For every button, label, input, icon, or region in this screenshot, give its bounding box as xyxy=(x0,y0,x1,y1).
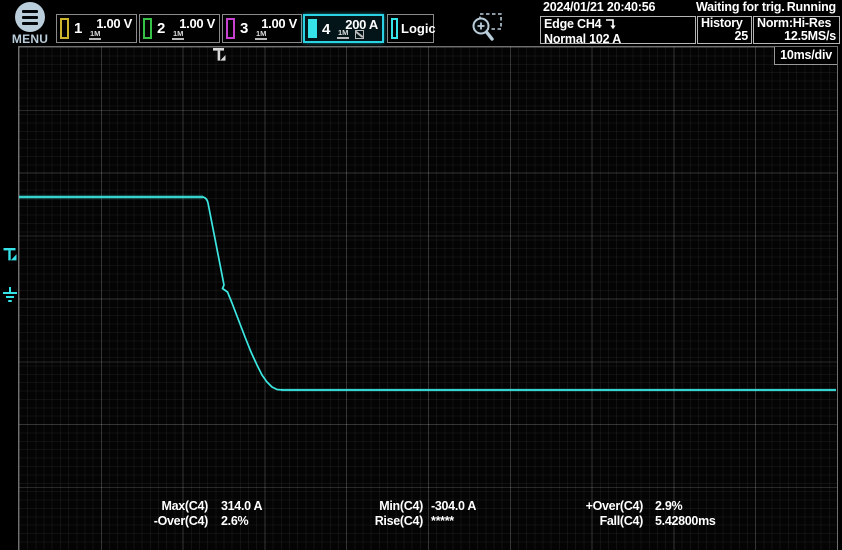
measure-value-posover: 2.9% xyxy=(655,499,682,513)
channel-3-scale: 1.00 V xyxy=(261,16,297,31)
measure-label-posover: +Over(C4) xyxy=(535,499,643,513)
measure-value-min: -304.0 A xyxy=(431,499,476,513)
datetime: 2024/01/21 20:40:56 xyxy=(543,0,655,14)
channel-4-number: 4 xyxy=(322,21,330,38)
channel-1-number: 1 xyxy=(74,20,82,37)
logic-color-bar xyxy=(391,18,398,39)
measure-label-min: Min(C4) xyxy=(320,499,423,513)
zoom-search-icon[interactable] xyxy=(466,11,506,45)
falling-edge-icon xyxy=(605,17,618,33)
channel-2-scale: 1.00 V xyxy=(179,16,215,31)
channel-1-scale: 1.00 V xyxy=(96,16,132,31)
ch4-waveform-trace xyxy=(19,47,837,550)
channel-4-box[interactable]: 4 200 A 1M xyxy=(303,14,384,43)
acquisition-box[interactable]: Norm:Hi-Res 12.5MS/s xyxy=(753,16,840,44)
menu-button[interactable]: MENU xyxy=(8,1,52,46)
channel-3-color-bar xyxy=(226,18,235,39)
measure-value-max: 314.0 A xyxy=(221,499,262,513)
menu-label: MENU xyxy=(8,32,52,46)
channel-2-coupling-icon: 1M xyxy=(172,30,184,40)
measure-label-rise: Rise(C4) xyxy=(320,514,423,528)
sample-rate: 12.5MS/s xyxy=(757,30,836,43)
measure-value-rise: ***** xyxy=(431,514,454,528)
trigger-detail: Normal 102 A xyxy=(544,33,692,46)
measure-label-negover: -Over(C4) xyxy=(70,514,208,528)
logic-label: Logic xyxy=(401,21,436,36)
current-probe-icon xyxy=(355,30,364,39)
measure-label-max: Max(C4) xyxy=(70,499,208,513)
trigger-mode: Edge CH4 xyxy=(544,17,601,31)
waveform-display: 10ms/div xyxy=(18,46,838,550)
measure-label-fall: Fall(C4) xyxy=(535,514,643,528)
trigger-settings-box[interactable]: Edge CH4 Normal 102 A xyxy=(540,16,696,44)
run-status: Running xyxy=(787,0,836,14)
history-count: 25 xyxy=(701,30,748,43)
hamburger-icon xyxy=(15,2,45,32)
channel-3-coupling-icon: 1M xyxy=(255,30,267,40)
channel-1-box[interactable]: 1 1.00 V 1M xyxy=(56,14,137,43)
trigger-level-marker[interactable] xyxy=(2,247,18,268)
channel-1-coupling-icon: 1M xyxy=(89,30,101,40)
channel-3-number: 3 xyxy=(240,20,248,37)
measure-value-negover: 2.6% xyxy=(221,514,248,528)
channel-4-color-bar xyxy=(308,19,317,38)
measure-value-fall: 5.42800ms xyxy=(655,514,716,528)
channel-4-coupling-icon: 1M xyxy=(337,29,349,39)
channel-1-color-bar xyxy=(60,18,69,39)
logic-box[interactable]: Logic xyxy=(387,14,434,43)
channel-3-box[interactable]: 3 1.00 V 1M xyxy=(222,14,302,43)
trigger-position-marker[interactable] xyxy=(211,48,227,67)
channel-2-box[interactable]: 2 1.00 V 1M xyxy=(139,14,220,43)
ch4-ground-marker[interactable] xyxy=(2,287,18,309)
channel-2-number: 2 xyxy=(157,20,165,37)
timebase-readout[interactable]: 10ms/div xyxy=(774,47,837,65)
history-box[interactable]: History 25 xyxy=(697,16,752,44)
trigger-status: Waiting for trig. xyxy=(696,0,784,14)
channel-2-color-bar xyxy=(143,18,152,39)
